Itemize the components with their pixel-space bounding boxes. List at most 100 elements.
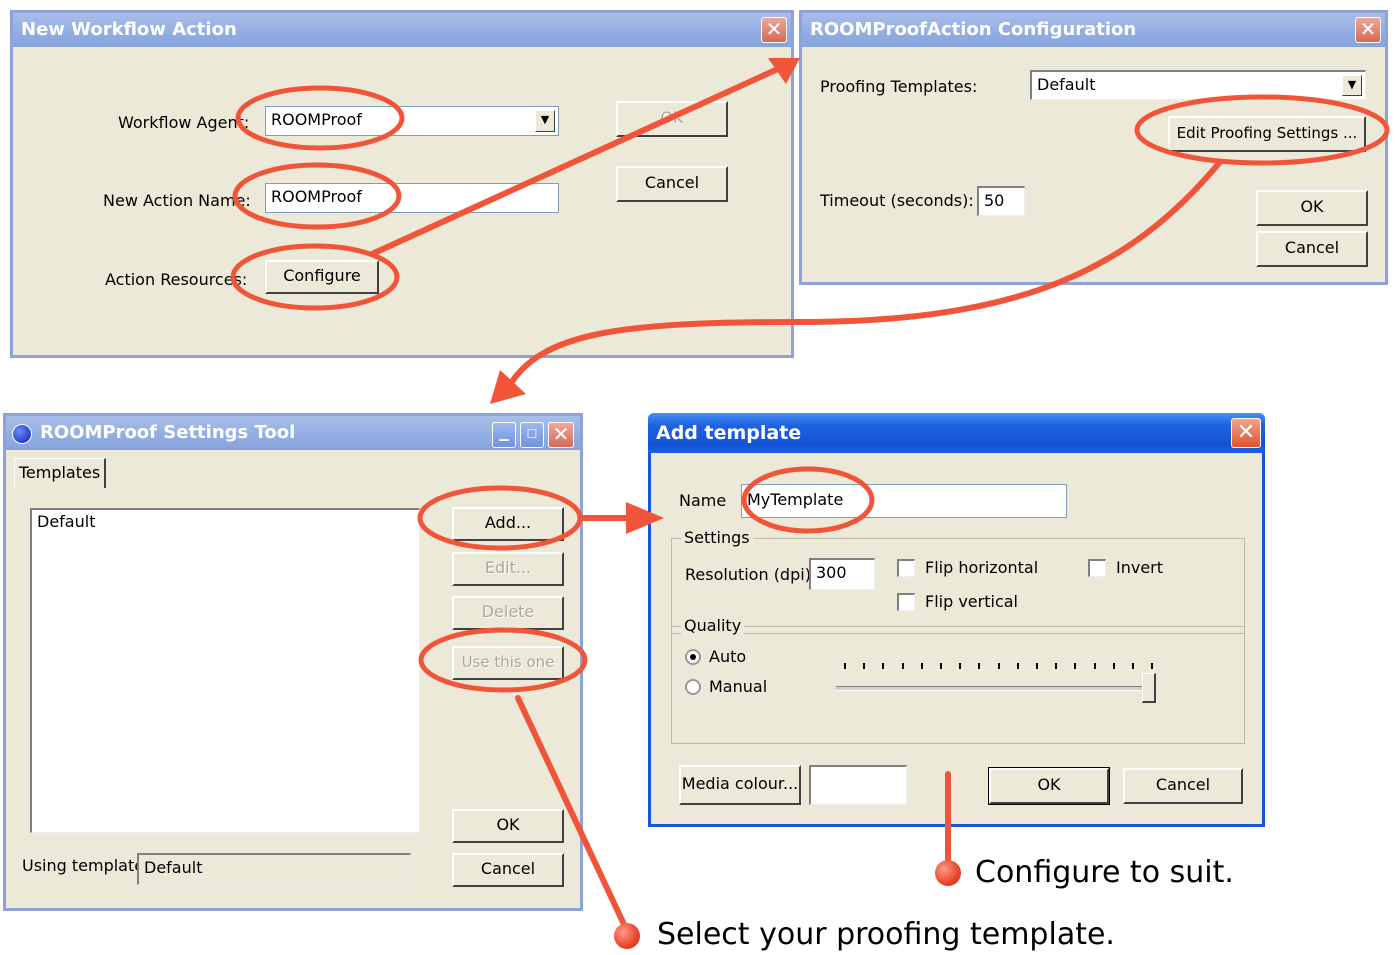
invert-checkbox[interactable] — [1088, 559, 1106, 577]
list-item-label: Default — [37, 512, 96, 531]
title-bar: ROOMProof Settings Tool ▁ ☐ ✕ — [6, 416, 580, 450]
close-icon[interactable]: ✕ — [1355, 17, 1381, 43]
window-title: Add template — [656, 422, 802, 444]
window-title: ROOMProofAction Configuration — [810, 19, 1137, 40]
name-input[interactable]: MyTemplate — [741, 484, 1067, 518]
media-colour-button[interactable]: Media colour... — [679, 765, 801, 805]
close-icon[interactable]: ✕ — [548, 422, 574, 448]
slider-tick — [1151, 663, 1154, 669]
callout-dot-configure — [935, 860, 961, 886]
manual-radio[interactable] — [685, 679, 701, 695]
name-value: MyTemplate — [747, 490, 844, 509]
close-icon[interactable]: ✕ — [761, 17, 787, 43]
proofing-templates-value: Default — [1037, 75, 1096, 94]
name-label: Name — [679, 491, 727, 510]
slider-tick — [920, 663, 923, 669]
quality-legend: Quality — [681, 616, 745, 635]
flip-horizontal-label: Flip horizontal — [925, 558, 1039, 577]
resolution-value: 300 — [816, 563, 847, 582]
add-button[interactable]: Add... — [452, 507, 564, 541]
media-colour-swatch — [809, 765, 907, 805]
using-template-value: Default — [144, 858, 203, 877]
close-icon[interactable]: ✕ — [1231, 418, 1261, 448]
timeout-input[interactable]: 50 — [977, 186, 1025, 216]
new-action-name-value: ROOMProof — [271, 187, 362, 206]
flip-vertical-label: Flip vertical — [925, 592, 1018, 611]
slider-tick — [901, 663, 904, 669]
using-template-label: Using template — [22, 856, 145, 875]
roomproof-config-window: ROOMProofAction Configuration ✕ Proofing… — [799, 10, 1388, 285]
flip-vertical-checkbox[interactable] — [897, 593, 915, 611]
new-action-name-input[interactable]: ROOMProof — [265, 183, 559, 213]
callout-dot-select — [614, 923, 640, 949]
slider-tick — [882, 663, 885, 669]
configure-button[interactable]: Configure — [265, 260, 379, 294]
slider-track — [836, 686, 1152, 691]
tab-templates[interactable]: Templates — [14, 458, 106, 488]
slider-tick — [940, 663, 942, 669]
edit-proofing-settings-button[interactable]: Edit Proofing Settings ... — [1168, 116, 1366, 152]
delete-button[interactable]: Delete — [452, 596, 564, 630]
templates-list[interactable]: Default — [30, 508, 420, 833]
workflow-agent-dropdown[interactable]: ROOMProof ▼ — [265, 106, 559, 136]
edit-button[interactable]: Edit... — [452, 552, 564, 586]
ok-button[interactable]: OK — [452, 809, 564, 843]
slider-tick — [1016, 663, 1019, 669]
using-template-field: Default — [137, 853, 411, 885]
slider-thumb[interactable] — [1142, 673, 1156, 703]
action-resources-label: Action Resources: — [105, 270, 248, 289]
auto-label: Auto — [709, 647, 747, 666]
settings-tool-window: ROOMProof Settings Tool ▁ ☐ ✕ Templates … — [3, 413, 583, 911]
invert-label: Invert — [1116, 558, 1164, 577]
window-title: New Workflow Action — [21, 19, 237, 40]
manual-label: Manual — [709, 677, 768, 696]
workflow-agent-value: ROOMProof — [271, 110, 362, 129]
resolution-input[interactable]: 300 — [809, 558, 875, 590]
slider-tick — [978, 663, 981, 669]
slider-tick — [997, 663, 1000, 669]
chevron-down-icon[interactable]: ▼ — [1342, 75, 1362, 96]
title-bar: ROOMProofAction Configuration ✕ — [802, 13, 1385, 47]
settings-legend: Settings — [681, 528, 753, 547]
arrowhead-settings-tool — [490, 370, 526, 404]
chevron-down-icon[interactable]: ▼ — [535, 110, 555, 132]
new-action-name-label: New Action Name: — [103, 191, 251, 210]
timeout-value: 50 — [984, 191, 1005, 210]
slider-tick — [959, 663, 962, 669]
tab-label: Templates — [18, 463, 101, 482]
slider-tick — [1055, 663, 1058, 669]
list-item[interactable]: Default — [32, 510, 419, 533]
new-workflow-action-window: New Workflow Action ✕ Workflow Agent: RO… — [10, 10, 794, 358]
slider-tick — [1093, 663, 1096, 669]
timeout-label: Timeout (seconds): — [820, 191, 974, 210]
add-template-window: Add template ✕ Name MyTemplate Settings … — [648, 413, 1265, 827]
auto-radio[interactable] — [685, 649, 701, 665]
cancel-button[interactable]: Cancel — [452, 853, 564, 887]
window-title: ROOMProof Settings Tool — [40, 422, 296, 443]
ok-button[interactable]: OK — [988, 767, 1110, 805]
quality-slider[interactable] — [836, 657, 1156, 707]
cancel-button[interactable]: Cancel — [1123, 768, 1243, 804]
ok-button[interactable]: OK — [1256, 190, 1368, 226]
proofing-templates-dropdown[interactable]: Default ▼ — [1030, 70, 1366, 100]
ok-button[interactable]: OK — [616, 101, 728, 137]
callout-configure-to-suit: Configure to suit. — [975, 855, 1234, 890]
slider-tick — [863, 663, 866, 669]
slider-tick — [1132, 663, 1134, 669]
minimize-icon[interactable]: ▁ — [492, 422, 516, 448]
slider-tick — [1112, 663, 1115, 669]
resolution-label: Resolution (dpi) — [685, 565, 811, 584]
title-bar: Add template ✕ — [648, 413, 1265, 453]
workflow-agent-label: Workflow Agent: — [118, 113, 250, 132]
cancel-button[interactable]: Cancel — [616, 166, 728, 202]
use-this-one-button[interactable]: Use this one — [452, 646, 564, 680]
settings-group — [671, 538, 1245, 634]
slider-tick — [1074, 663, 1077, 669]
flip-horizontal-checkbox[interactable] — [897, 559, 915, 577]
title-bar: New Workflow Action ✕ — [13, 13, 791, 47]
slider-tick — [1036, 663, 1038, 669]
proofing-templates-label: Proofing Templates: — [820, 77, 978, 96]
app-logo-icon — [12, 424, 32, 444]
maximize-icon[interactable]: ☐ — [520, 422, 544, 448]
cancel-button[interactable]: Cancel — [1256, 231, 1368, 267]
